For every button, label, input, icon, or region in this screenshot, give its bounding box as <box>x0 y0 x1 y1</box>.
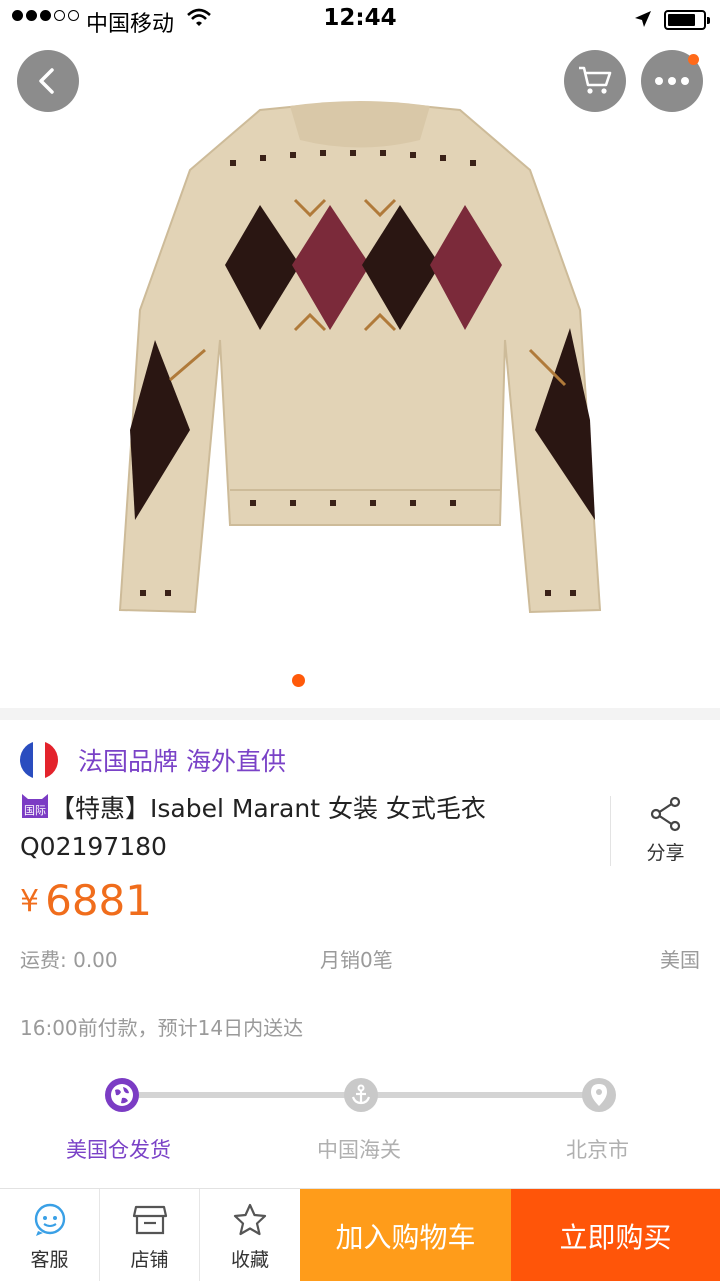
notification-dot <box>688 54 699 65</box>
product-image-gallery[interactable] <box>0 0 720 710</box>
chevron-left-icon <box>39 68 54 94</box>
bottom-action-bar: 客服 店铺 收藏 加入购物车 立即购买 <box>0 1188 720 1281</box>
shipping-fee: 运费: 0.00 <box>20 948 118 972</box>
share-icon <box>650 796 680 832</box>
customer-service-label: 客服 <box>30 1249 69 1271</box>
step-us-warehouse-node <box>105 1078 139 1112</box>
svg-text:国际: 国际 <box>24 804 46 817</box>
buy-now-button[interactable]: 立即购买 <box>511 1189 720 1281</box>
currency-symbol: ¥ <box>20 884 40 919</box>
monthly-sales: 月销0笔 <box>320 948 393 972</box>
step-label-destination: 北京市 <box>566 1138 629 1162</box>
product-title-line2: Q02197180 <box>20 832 167 861</box>
battery-icon <box>664 10 710 30</box>
back-button[interactable] <box>17 50 79 112</box>
price-value: 6881 <box>45 876 152 925</box>
section-divider <box>0 708 720 720</box>
gallery-page-indicator <box>292 674 305 687</box>
product-image <box>118 101 602 614</box>
product-title-line1: 【特惠】Isabel Marant 女装 女式毛衣 <box>50 794 486 823</box>
step-destination-node <box>582 1078 616 1112</box>
brand-origin-text: 法国品牌 海外直供 <box>78 747 286 776</box>
anchor-icon <box>351 1084 371 1105</box>
favorite-tab[interactable]: 收藏 <box>200 1189 300 1281</box>
step-label-customs: 中国海关 <box>317 1138 401 1162</box>
product-title: 国际 【特惠】Isabel Marant 女装 女式毛衣 Q02197180 <box>20 790 600 866</box>
customer-service-tab[interactable]: 客服 <box>0 1189 100 1281</box>
customer-service-icon <box>34 1203 65 1236</box>
step-label-us-warehouse: 美国仓发货 <box>66 1138 171 1162</box>
status-bar: 中国移动 12:44 <box>0 0 720 40</box>
location-arrow-icon <box>635 11 651 27</box>
star-icon <box>233 1203 267 1236</box>
origin-country: 美国 <box>660 948 700 972</box>
store-icon <box>132 1205 167 1235</box>
more-button[interactable] <box>641 50 703 112</box>
cart-button[interactable] <box>564 50 626 112</box>
globe-icon <box>111 1084 133 1106</box>
france-flag-icon <box>20 741 58 779</box>
store-label: 店铺 <box>130 1249 169 1271</box>
delivery-estimate: 16:00前付款，预计14日内送达 <box>20 1016 304 1040</box>
global-tmall-badge-icon: 国际 <box>20 792 50 820</box>
favorite-label: 收藏 <box>230 1249 269 1271</box>
share-button[interactable]: 分享 <box>610 796 720 866</box>
product-price: ¥6881 <box>20 876 152 925</box>
cart-icon <box>579 66 612 94</box>
store-tab[interactable]: 店铺 <box>100 1189 200 1281</box>
product-meta-row: 运费: 0.00 月销0笔 美国 <box>20 944 700 973</box>
location-pin-icon <box>591 1084 607 1106</box>
share-label: 分享 <box>646 842 685 864</box>
status-time: 12:44 <box>323 5 397 31</box>
more-dots-icon <box>655 77 689 85</box>
step-customs-node <box>344 1078 378 1112</box>
add-to-cart-button[interactable]: 加入购物车 <box>300 1189 511 1281</box>
brand-row[interactable]: 法国品牌 海外直供 <box>20 738 286 782</box>
